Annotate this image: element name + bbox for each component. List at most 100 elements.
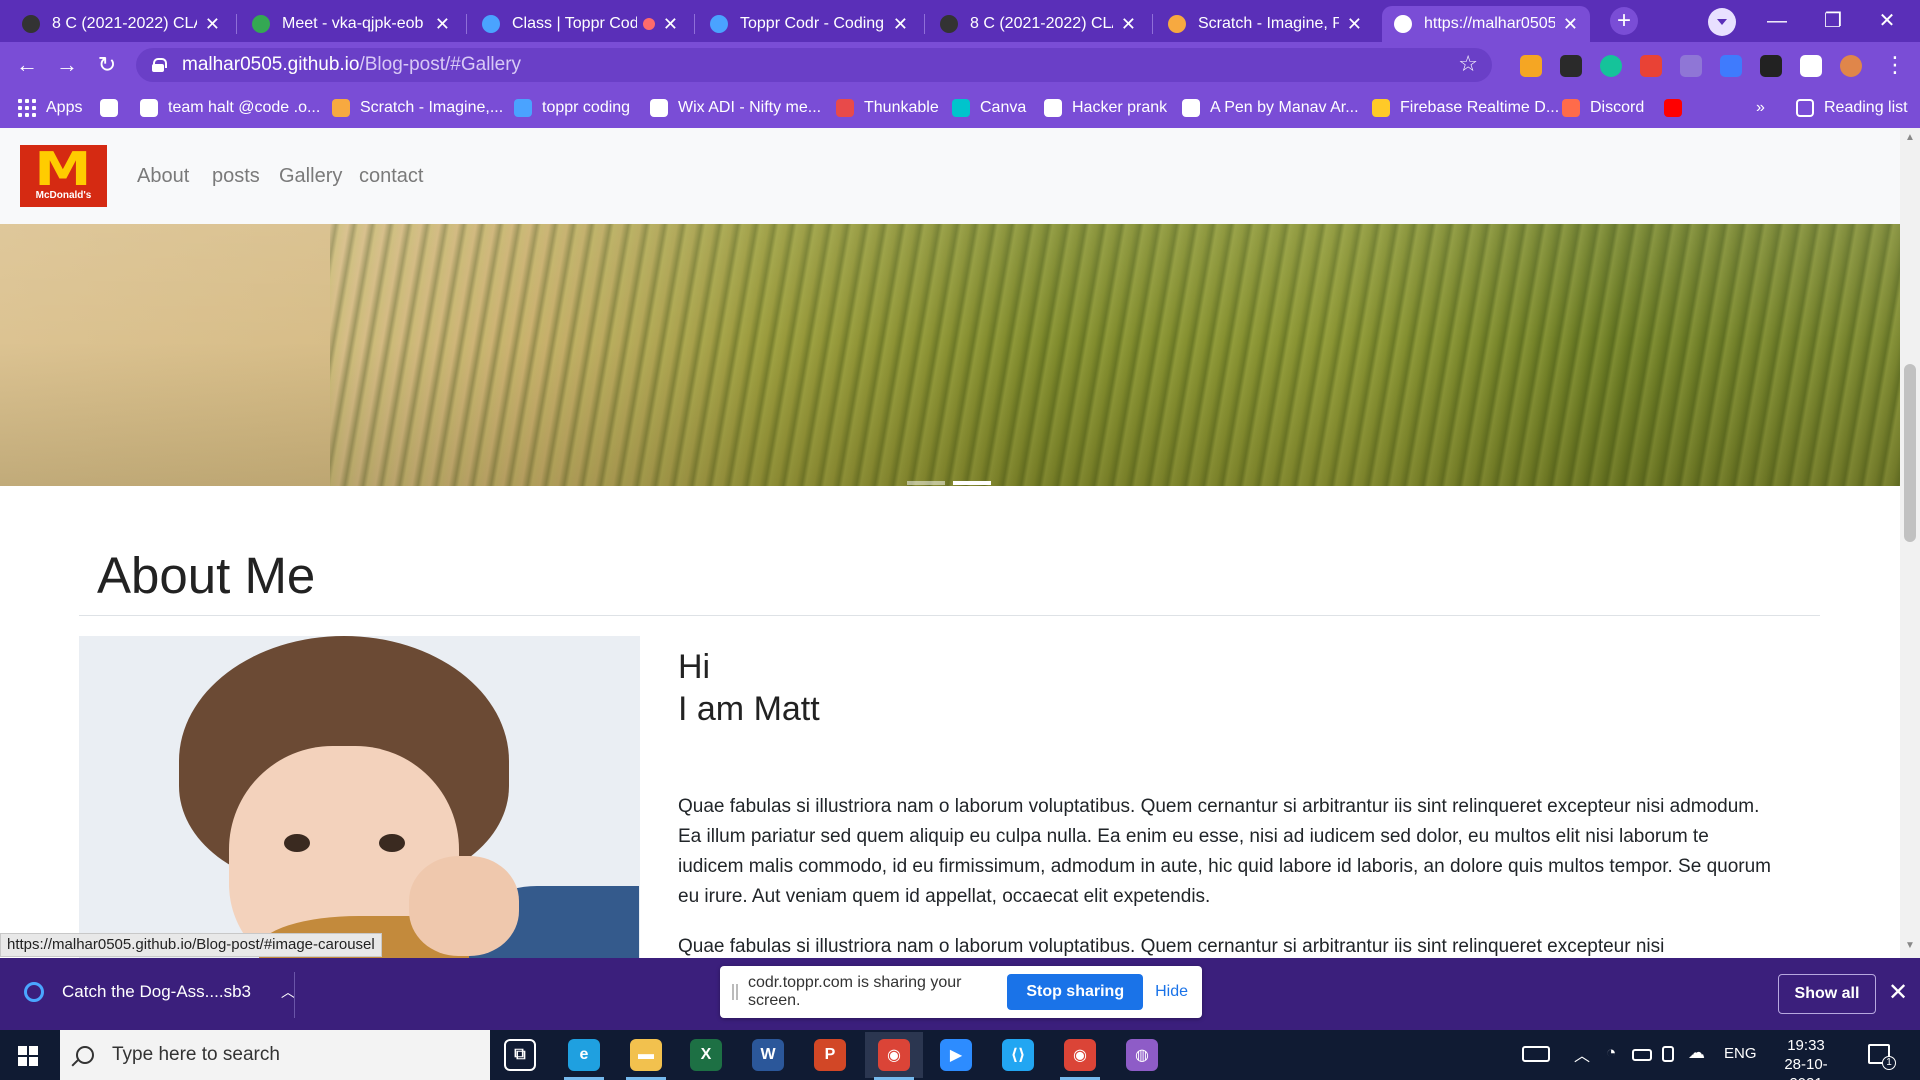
file-explorer-icon[interactable]: ▬: [630, 1039, 662, 1071]
lock-icon[interactable]: [152, 58, 167, 72]
address-bar[interactable]: malhar0505.github.io/Blog-post/#Gallery …: [136, 48, 1492, 82]
reading-list-button[interactable]: Reading list: [1796, 96, 1908, 120]
tab-close-icon[interactable]: ✕: [205, 15, 220, 33]
bookmark-item[interactable]: Scratch - Imagine,...: [332, 96, 503, 120]
hide-button[interactable]: Hide: [1155, 983, 1188, 1001]
apps-grid-icon: [18, 99, 36, 117]
logo-text: McDonald's: [35, 190, 92, 201]
excel-icon[interactable]: X: [690, 1039, 722, 1071]
bookmark-item[interactable]: A Pen by Manav Ar...: [1182, 96, 1359, 120]
back-icon[interactable]: ←: [12, 50, 42, 80]
nav-link-contact[interactable]: contact: [359, 165, 423, 188]
bookmark-item[interactable]: toppr coding: [514, 96, 630, 120]
tab-close-icon[interactable]: ✕: [435, 15, 450, 33]
keyboard-icon[interactable]: [1522, 1046, 1550, 1062]
task-view-icon[interactable]: ⧉: [504, 1039, 536, 1071]
tab-close-icon[interactable]: ✕: [663, 15, 678, 33]
tab-2[interactable]: Meet - vka-qjpk-eob ✕: [240, 6, 462, 42]
minimize-icon[interactable]: —: [1762, 6, 1792, 36]
language-indicator[interactable]: ENG: [1724, 1045, 1757, 1062]
bookmark-favicon-icon: [332, 99, 350, 117]
edge-icon[interactable]: e: [568, 1039, 600, 1071]
tab-close-icon[interactable]: ✕: [893, 15, 908, 33]
forward-icon[interactable]: →: [52, 50, 82, 80]
nav-link-gallery[interactable]: Gallery: [279, 165, 342, 188]
nav-link-about[interactable]: About: [137, 165, 189, 188]
scroll-up-icon[interactable]: ▲: [1905, 132, 1915, 143]
vscode-icon[interactable]: ⟨⟩: [1002, 1039, 1034, 1071]
taskbar-search-box[interactable]: Type here to search: [60, 1030, 490, 1080]
mcdonalds-logo[interactable]: M McDonald's: [20, 145, 107, 207]
greeting: Hi I am Matt: [678, 646, 820, 730]
avatar[interactable]: [1840, 55, 1862, 77]
image-carousel[interactable]: [0, 224, 1900, 486]
extension-icon[interactable]: [1760, 55, 1782, 77]
tab-5[interactable]: 8 C (2021-2022) CLASS ✕: [928, 6, 1148, 42]
chevron-up-icon[interactable]: ︿: [281, 982, 295, 1002]
download-item[interactable]: Catch the Dog-Ass....sb3 ︿: [24, 982, 295, 1002]
bookmark-label: Apps: [46, 99, 83, 116]
tab-3[interactable]: Class | Toppr Codr ✕: [470, 6, 690, 42]
menu-icon[interactable]: ⋮: [1880, 50, 1910, 80]
tab-close-icon[interactable]: ✕: [1563, 15, 1578, 33]
tab-6[interactable]: Scratch - Imagine, Pro ✕: [1156, 6, 1374, 42]
bookmark-favicon-icon: [140, 99, 158, 117]
chevron-up-icon[interactable]: ︿: [1574, 1042, 1590, 1066]
bookmark-item[interactable]: Canva: [952, 96, 1026, 120]
restore-icon[interactable]: ❐: [1818, 6, 1848, 36]
wifi-icon[interactable]: ◔: [1606, 1043, 1616, 1063]
extension-icon[interactable]: [1520, 55, 1542, 77]
bookmark-item[interactable]: team halt @code .o...: [140, 96, 320, 120]
new-tab-button[interactable]: +: [1610, 7, 1638, 35]
reload-icon[interactable]: ↻: [92, 50, 122, 80]
zoom-icon[interactable]: ▶: [940, 1039, 972, 1071]
scrollbar-thumb[interactable]: [1904, 364, 1916, 542]
status-url-bubble: https://malhar0505.github.io/Blog-post/#…: [0, 933, 382, 957]
device-icon[interactable]: [1662, 1046, 1674, 1062]
tab-4[interactable]: Toppr Codr - Coding f ✕: [698, 6, 920, 42]
extensions-puzzle-icon[interactable]: [1800, 55, 1822, 77]
page-scrollbar[interactable]: ▲ ▼: [1900, 128, 1920, 958]
battery-icon[interactable]: [1632, 1049, 1652, 1061]
profile-photo: [79, 636, 640, 958]
bookmark-star-icon[interactable]: ☆: [1458, 51, 1478, 77]
tab-close-icon[interactable]: ✕: [1347, 15, 1362, 33]
carousel-indicator[interactable]: [953, 481, 991, 485]
tab-7[interactable]: https://malhar0505.github.io ✕: [1382, 6, 1590, 42]
powerpoint-icon[interactable]: P: [814, 1039, 846, 1071]
bookmark-item[interactable]: Firebase Realtime D...: [1372, 96, 1559, 120]
bookmark-item[interactable]: [1664, 96, 1692, 120]
drag-handle-icon[interactable]: [732, 984, 738, 1000]
tab-search-icon[interactable]: [1708, 8, 1736, 36]
onedrive-icon[interactable]: ☁: [1688, 1043, 1705, 1063]
tab-close-icon[interactable]: ✕: [1121, 15, 1136, 33]
grammarly-icon[interactable]: [1600, 55, 1622, 77]
chrome-1-icon[interactable]: ◉: [878, 1039, 910, 1071]
github-desktop-icon[interactable]: ◍: [1126, 1039, 1158, 1071]
tab-separator: [924, 14, 925, 34]
extension-icon[interactable]: [1640, 55, 1662, 77]
extension-icon[interactable]: [1560, 55, 1582, 77]
nav-link-posts[interactable]: posts: [212, 165, 260, 188]
carousel-indicator[interactable]: [907, 481, 945, 485]
windows-start-icon[interactable]: [18, 1046, 38, 1066]
extension-icon[interactable]: [1720, 55, 1742, 77]
show-all-button[interactable]: Show all: [1778, 974, 1876, 1014]
close-shelf-icon[interactable]: ✕: [1888, 978, 1908, 1007]
word-icon[interactable]: W: [752, 1039, 784, 1071]
bookmark-item[interactable]: Thunkable: [836, 96, 939, 120]
tab-1[interactable]: 8 C (2021-2022) CLASS ✕: [10, 6, 232, 42]
scroll-down-icon[interactable]: ▼: [1905, 940, 1915, 951]
bookmark-item[interactable]: Wix ADI - Nifty me...: [650, 96, 821, 120]
bookmark-item[interactable]: [100, 96, 128, 120]
clock[interactable]: 19:33 28-10-2021: [1768, 1036, 1844, 1080]
bookmarks-overflow-icon[interactable]: »: [1756, 96, 1765, 120]
stop-sharing-button[interactable]: Stop sharing: [1007, 974, 1144, 1010]
close-window-icon[interactable]: ✕: [1872, 6, 1902, 36]
bookmark-item[interactable]: Apps: [18, 96, 82, 120]
chrome-2-icon[interactable]: ◉: [1064, 1039, 1096, 1071]
bookmark-item[interactable]: Discord: [1562, 96, 1644, 120]
extension-icon[interactable]: [1680, 55, 1702, 77]
notification-icon[interactable]: 1: [1868, 1044, 1896, 1070]
bookmark-item[interactable]: Hacker prank: [1044, 96, 1167, 120]
